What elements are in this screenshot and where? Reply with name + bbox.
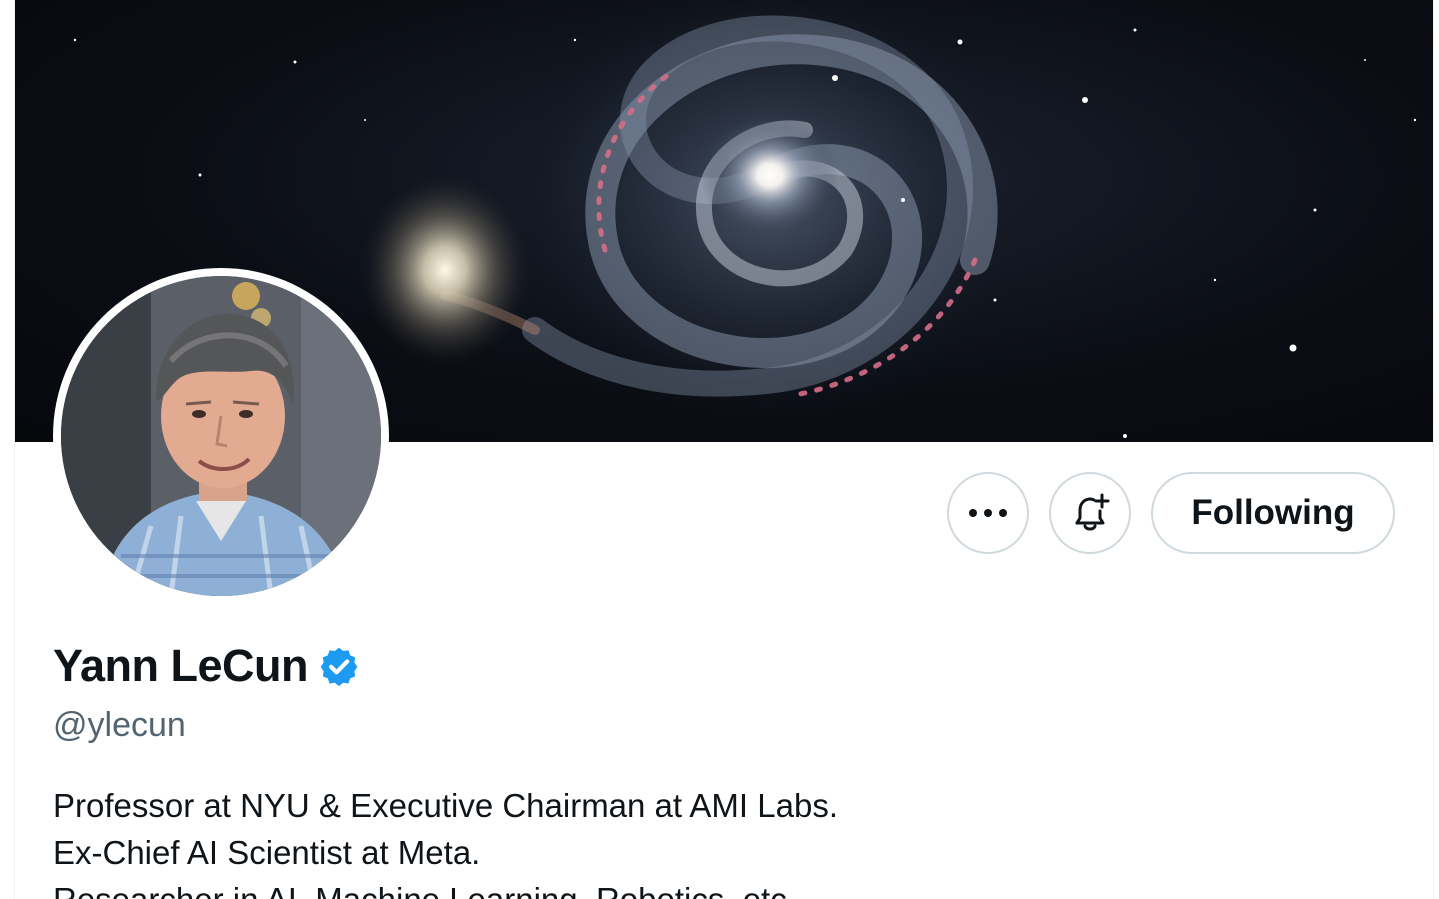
profile-handle: @ylecun [53, 706, 186, 744]
following-button[interactable]: Following [1151, 472, 1395, 554]
profile-header-card: Following Yann LeCun @ylecun Professor a… [14, 0, 1434, 899]
more-horizontal-icon [969, 509, 1007, 517]
verified-badge-icon[interactable] [318, 645, 360, 687]
bio-line: Professor at NYU & Executive Chairman at… [53, 787, 838, 824]
avatar-portrait [61, 276, 381, 596]
profile-bio: Professor at NYU & Executive Chairman at… [53, 782, 838, 899]
bio-line: Ex-Chief AI Scientist at Meta. [53, 834, 481, 871]
bio-line: Researcher in AI, Machine Learning, Robo… [53, 876, 838, 899]
notifications-button[interactable] [1049, 472, 1131, 554]
avatar-frame [53, 268, 389, 604]
avatar[interactable] [61, 276, 381, 596]
more-options-button[interactable] [947, 472, 1029, 554]
profile-actions: Following [947, 472, 1395, 554]
bell-plus-icon [1075, 493, 1110, 531]
profile-page: Following Yann LeCun @ylecun Professor a… [0, 0, 1439, 899]
profile-name-row: Yann LeCun [53, 640, 360, 692]
display-name: Yann LeCun [53, 640, 309, 691]
